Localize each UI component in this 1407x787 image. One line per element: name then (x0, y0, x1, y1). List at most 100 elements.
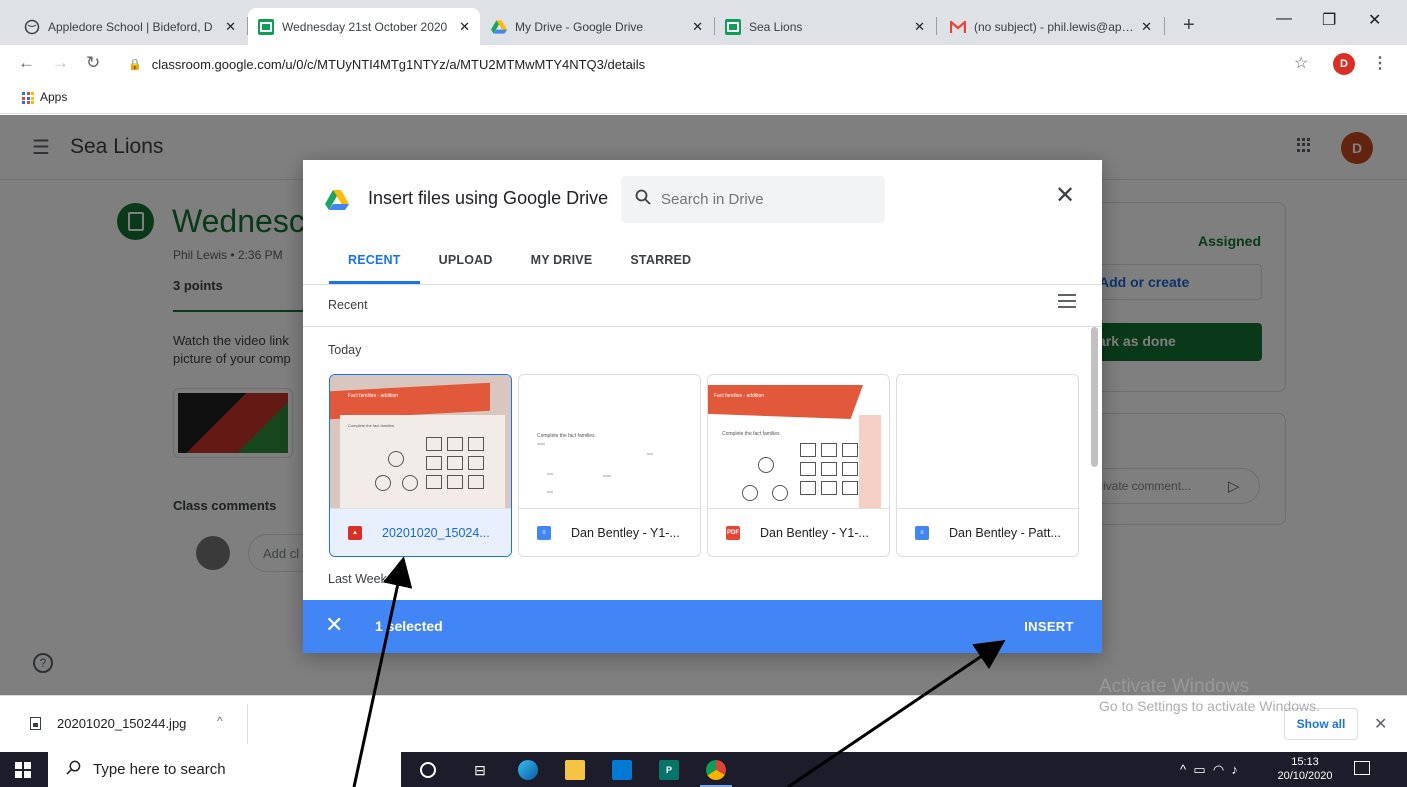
chrome-icon[interactable] (706, 760, 726, 780)
file-name: 20201020_15024... (382, 525, 490, 540)
file-thumbnail: Fact families - addition Complete the fa… (330, 375, 511, 508)
browser-tab-strip: Appledore School | Bideford, D ✕ Wednesd… (0, 0, 1407, 45)
profile-avatar[interactable]: D (1333, 53, 1355, 75)
classroom-icon (258, 18, 274, 35)
close-icon[interactable]: ✕ (1374, 714, 1387, 734)
bookmark-apps[interactable]: Apps (40, 90, 67, 104)
close-icon[interactable]: ✕ (692, 19, 703, 35)
tab-title: (no subject) - phil.lewis@apple (974, 19, 1136, 34)
file-tile[interactable]: Fact families - addition Complete the fa… (329, 374, 512, 557)
file-name: Dan Bentley - Patt... (949, 525, 1061, 540)
chevron-up-icon[interactable]: ^ (217, 714, 223, 728)
thumbnail-banner (330, 382, 490, 420)
new-tab-plus-icon[interactable]: + (1183, 14, 1195, 37)
file-grid: Fact families - addition Complete the fa… (329, 374, 1079, 557)
edge-icon[interactable] (518, 760, 538, 780)
tab-divider (936, 17, 937, 35)
reload-icon[interactable]: ↻ (86, 53, 100, 73)
file-thumbnail: Complete the fact families. (519, 375, 700, 508)
tab-starred[interactable]: STARRED (611, 242, 710, 284)
clear-selection-icon[interactable]: ✕ (325, 614, 343, 636)
selection-count: 1 selected (375, 618, 443, 634)
last-week-heading: Last Week (328, 572, 387, 586)
close-icon[interactable]: ✕ (459, 19, 470, 35)
browser-tab[interactable]: Appledore School | Bideford, D ✕ (14, 8, 246, 45)
store-icon[interactable] (612, 760, 632, 780)
drive-logo-icon (325, 190, 349, 210)
worksheet-photo: Complete the fact families. (340, 415, 505, 508)
browser-tab[interactable]: My Drive - Google Drive ✕ (481, 8, 713, 45)
file-tile[interactable]: Complete the fact families. ≡ Dan Bentle… (518, 374, 701, 557)
file-thumbnail: Fact families - addition Complete the fa… (708, 375, 889, 508)
tab-title: Appledore School | Bideford, D (48, 19, 213, 34)
browser-tab[interactable]: (no subject) - phil.lewis@apple ✕ (940, 8, 1162, 45)
restore-icon[interactable]: ❐ (1322, 10, 1336, 30)
download-file-name[interactable]: 20201020_150244.jpg (57, 716, 186, 731)
drive-search-box[interactable] (621, 176, 885, 223)
file-caption: ▲ 20201020_15024... (330, 508, 511, 556)
menu-kebab-icon[interactable]: ⋮ (1372, 53, 1388, 73)
thumbnail-text: Complete the fact families. (348, 423, 396, 428)
tab-title: Wednesday 21st October 2020 (282, 19, 448, 34)
doc-file-icon: ≡ (537, 525, 551, 540)
thumbnail-side-bar (859, 415, 881, 508)
file-thumbnail (897, 375, 1078, 508)
search-icon (635, 189, 651, 210)
file-caption: ≡ Dan Bentley - Patt... (897, 508, 1078, 556)
notification-icon[interactable] (1354, 761, 1370, 775)
picker-title: Insert files using Google Drive (368, 188, 609, 208)
thumbnail-banner (708, 385, 863, 419)
clock-time: 15:13 (1291, 756, 1319, 768)
publisher-icon[interactable]: P (659, 760, 679, 780)
windows-start-icon[interactable] (15, 762, 31, 778)
file-tile[interactable]: Fact families - addition Complete the fa… (707, 374, 890, 557)
address-bar[interactable]: 🔒 classroom.google.com/u/0/c/MTUyNTI4MTg… (120, 49, 1310, 79)
task-view-icon[interactable]: ⊟ (470, 760, 490, 780)
back-arrow-icon[interactable]: ← (18, 53, 35, 73)
apps-grid-icon (22, 92, 34, 104)
browser-tab[interactable]: Sea Lions ✕ (715, 8, 935, 45)
search-icon (66, 760, 81, 779)
cortana-icon[interactable] (420, 762, 436, 778)
classroom-icon (725, 18, 741, 35)
taskbar-search[interactable]: Type here to search (48, 752, 401, 787)
thumbnail-text: Fact families - addition (714, 393, 765, 399)
scrollbar[interactable] (1091, 327, 1098, 467)
bookmark-star-icon[interactable]: ☆ (1294, 53, 1308, 73)
image-file-icon: ▲ (348, 525, 362, 540)
search-input[interactable] (661, 191, 861, 208)
gmail-icon (950, 19, 966, 35)
today-heading: Today (328, 343, 362, 357)
selection-action-bar: ✕ 1 selected INSERT (303, 600, 1102, 653)
image-file-icon (30, 717, 41, 730)
taskbar-clock[interactable]: 15:13 20/10/2020 (1276, 755, 1334, 783)
file-caption: ≡ Dan Bentley - Y1-... (519, 508, 700, 556)
list-view-icon[interactable] (1058, 294, 1076, 308)
close-icon[interactable]: ✕ (914, 19, 925, 35)
picker-tabs: RECENT UPLOAD MY DRIVE STARRED (329, 242, 710, 284)
window-close-icon[interactable]: ✕ (1368, 10, 1381, 30)
browser-tab-active[interactable]: Wednesday 21st October 2020 ✕ (248, 8, 480, 45)
recent-heading: Recent (328, 298, 368, 312)
file-caption: PDF Dan Bentley - Y1-... (708, 508, 889, 556)
divider (303, 326, 1102, 327)
tab-title: My Drive - Google Drive (515, 19, 644, 34)
forward-arrow-icon[interactable]: → (52, 53, 69, 73)
taskbar-search-placeholder: Type here to search (93, 761, 226, 778)
close-icon[interactable]: ✕ (1055, 184, 1075, 208)
lock-icon: 🔒 (128, 58, 142, 71)
tab-my-drive[interactable]: MY DRIVE (512, 242, 612, 284)
thumbnail-text: Complete the fact families. (537, 433, 596, 439)
minimize-icon[interactable]: — (1276, 10, 1292, 28)
activate-windows-title: Activate Windows (1099, 676, 1249, 697)
insert-button[interactable]: INSERT (1011, 612, 1087, 642)
browser-toolbar: ← → ↻ 🔒 classroom.google.com/u/0/c/MTUyN… (0, 45, 1407, 83)
file-tile[interactable]: ≡ Dan Bentley - Patt... (896, 374, 1079, 557)
tab-recent[interactable]: RECENT (329, 242, 420, 284)
system-tray-icons[interactable]: ^ ▭ ◠ ♪ (1180, 762, 1238, 778)
tab-upload[interactable]: UPLOAD (420, 242, 512, 284)
close-icon[interactable]: ✕ (225, 19, 236, 35)
file-explorer-icon[interactable] (565, 760, 585, 780)
divider (247, 704, 248, 744)
close-icon[interactable]: ✕ (1141, 19, 1152, 35)
